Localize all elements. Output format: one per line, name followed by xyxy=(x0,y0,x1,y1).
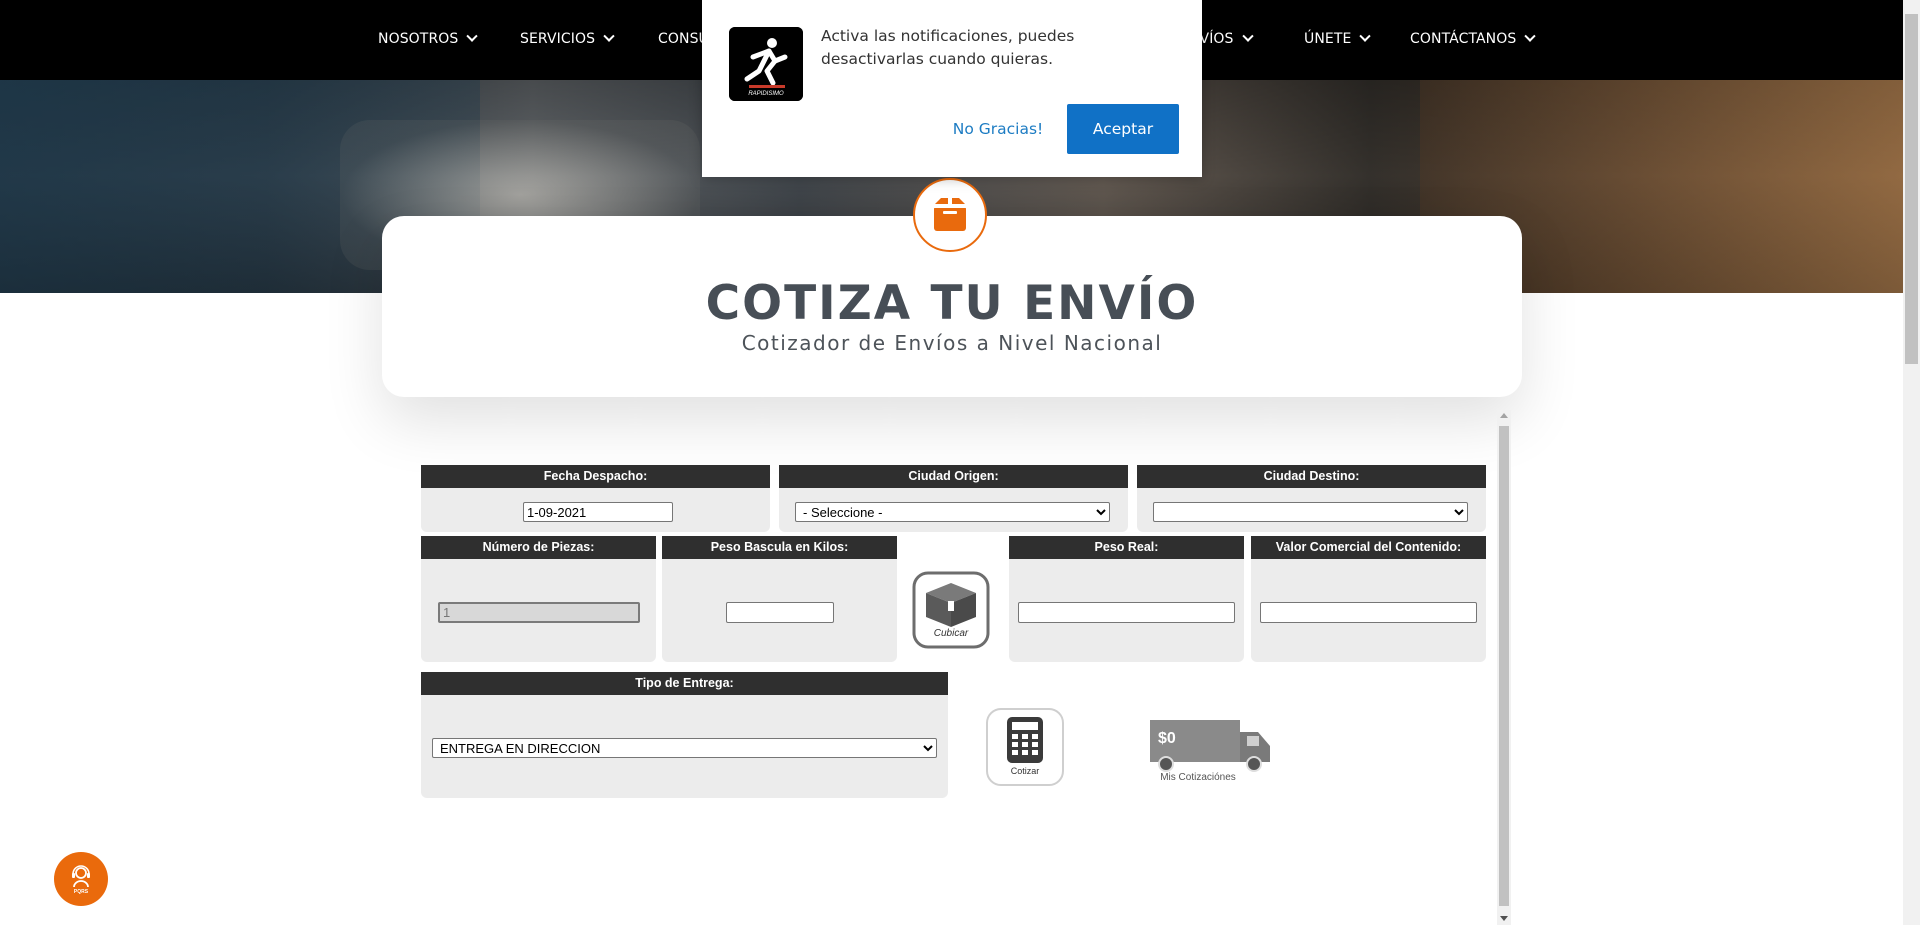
tipo-entrega-label: Tipo de Entrega: xyxy=(421,672,948,695)
tipo-entrega-select[interactable]: ENTREGA EN DIRECCION xyxy=(432,738,937,758)
nav-item-unete[interactable]: ÚNETE xyxy=(1304,0,1372,80)
piezas-panel: Número de Piezas: xyxy=(421,536,656,662)
chevron-down-icon xyxy=(1241,30,1254,42)
cotizar-label: Cotizar xyxy=(1010,766,1040,776)
destino-select[interactable] xyxy=(1153,502,1468,522)
peso-bascula-panel: Peso Bascula en Kilos: xyxy=(662,536,897,662)
destino-label: Ciudad Destino: xyxy=(1137,465,1486,488)
cubicar-button[interactable]: Cubicar xyxy=(912,571,990,649)
piezas-input[interactable] xyxy=(438,602,640,623)
cotizaciones-amount: $0 xyxy=(1158,730,1176,747)
nav-item-servicios[interactable]: SERVICIOS xyxy=(520,0,615,80)
scroll-up-arrow-icon[interactable] xyxy=(1500,413,1508,418)
scroll-down-arrow-icon[interactable] xyxy=(1500,916,1508,921)
cotizar-button[interactable]: Cotizar xyxy=(985,707,1065,787)
package-icon xyxy=(934,198,966,231)
chevron-down-icon xyxy=(466,30,479,42)
cubicar-label: Cubicar xyxy=(933,628,969,639)
destino-panel: Ciudad Destino: xyxy=(1137,465,1486,532)
box-badge xyxy=(913,178,987,252)
origen-label: Ciudad Origen: xyxy=(779,465,1128,488)
page-title: COTIZA TU ENVÍO xyxy=(705,276,1199,331)
chevron-down-icon xyxy=(603,30,615,42)
piezas-label: Número de Piezas: xyxy=(421,536,656,559)
chevron-down-icon xyxy=(1359,30,1372,42)
form-scroll-thumb[interactable] xyxy=(1499,426,1509,906)
notification-prompt: RAPIDISIMO Activa las notificaciones, pu… xyxy=(702,0,1202,177)
form-scrollbar[interactable] xyxy=(1497,410,1511,925)
pqrs-button[interactable]: PQRS xyxy=(54,852,108,906)
peso-real-panel: Peso Real: xyxy=(1009,536,1244,662)
origen-panel: Ciudad Origen: - Seleccione - xyxy=(779,465,1128,532)
mis-cotizaciones-label: Mis Cotizaciónes xyxy=(1160,772,1236,783)
nav-item-contactanos[interactable]: CONTÁCTANOS xyxy=(1410,0,1537,80)
quote-form: Fecha Despacho: Ciudad Origen: - Selecci… xyxy=(418,408,1512,925)
peso-bascula-label: Peso Bascula en Kilos: xyxy=(662,536,897,559)
pqrs-label: PQRS xyxy=(73,888,89,895)
runner-logo-icon: RAPIDISIMO xyxy=(729,27,803,101)
fecha-input[interactable] xyxy=(523,502,673,522)
mis-cotizaciones-button[interactable]: $0 Mis Cotizaciónes xyxy=(1150,716,1272,786)
peso-real-label: Peso Real: xyxy=(1009,536,1244,559)
decline-notifications-button[interactable]: No Gracias! xyxy=(928,104,1068,154)
nav-item-nosotros[interactable]: NOSOTROS xyxy=(378,0,479,80)
rapidisimo-logo: RAPIDISIMO xyxy=(729,27,803,101)
fecha-label: Fecha Despacho: xyxy=(421,465,770,488)
logo-wordmark: RAPIDISIMO xyxy=(748,91,784,97)
page-scroll-thumb[interactable] xyxy=(1905,14,1918,364)
peso-bascula-input[interactable] xyxy=(726,602,834,623)
valor-panel: Valor Comercial del Contenido: xyxy=(1251,536,1486,662)
origen-select[interactable]: - Seleccione - xyxy=(795,502,1110,522)
fecha-panel: Fecha Despacho: xyxy=(421,465,770,532)
tipo-entrega-panel: Tipo de Entrega: ENTREGA EN DIRECCION xyxy=(421,672,948,798)
peso-real-input[interactable] xyxy=(1018,602,1235,623)
accept-notifications-button[interactable]: Aceptar xyxy=(1067,104,1179,154)
page-subtitle: Cotizador de Envíos a Nivel Nacional xyxy=(741,331,1163,355)
support-agent-icon xyxy=(72,864,90,887)
notification-message: Activa las notificaciones, puedes desact… xyxy=(821,27,1075,68)
valor-label: Valor Comercial del Contenido: xyxy=(1251,536,1486,559)
valor-input[interactable] xyxy=(1260,602,1477,623)
page-scrollbar[interactable] xyxy=(1903,0,1920,925)
chevron-down-icon xyxy=(1524,30,1537,42)
